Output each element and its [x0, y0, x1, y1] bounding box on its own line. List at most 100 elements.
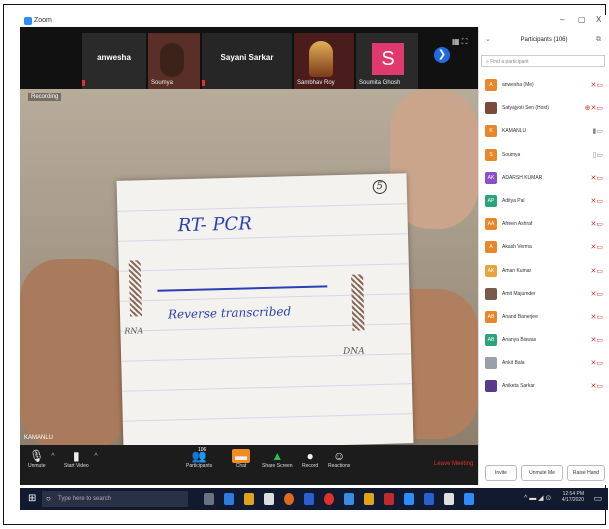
list-item[interactable]: AK ADARSH KUMAR ✕▭: [479, 168, 609, 191]
recording-badge: Recording: [28, 93, 62, 101]
store-icon[interactable]: [264, 493, 274, 505]
circled-number: 5: [372, 179, 387, 195]
rna-label: RNA: [124, 326, 144, 336]
windows-start-icon[interactable]: ⊞: [28, 493, 36, 504]
unmute-me-button[interactable]: Unmute Me: [521, 465, 563, 481]
ruled-line: [117, 203, 408, 212]
minimize-button[interactable]: –: [560, 15, 564, 24]
video-off-icon: ▮: [73, 449, 80, 463]
notifications-icon[interactable]: ▭: [593, 493, 602, 504]
app-icon[interactable]: [384, 493, 394, 505]
list-item[interactable]: Aanwesha (Me) ✕▭: [479, 75, 609, 98]
gallery-strip: anwesha Soumya Sayani Sarkar Sambhav Roy…: [20, 27, 478, 89]
avatar: A: [485, 79, 497, 91]
participant-name: Afreen Ashraf: [502, 221, 533, 228]
list-item[interactable]: AA Afreen Ashraf ✕▭: [479, 214, 609, 237]
list-item[interactable]: AB Ananya Biswas ✕▭: [479, 330, 609, 353]
chevron-up-icon[interactable]: ^: [94, 453, 97, 460]
reactions-icon: ☺: [332, 449, 346, 463]
panel-title: Participants (106): [520, 37, 568, 43]
ruled-line: [122, 413, 413, 422]
chat-label: Chat: [235, 463, 247, 469]
participants-label: Participants: [186, 463, 213, 469]
list-item[interactable]: Ankit Bala ✕▭: [479, 353, 609, 376]
avatar: AA: [485, 218, 497, 231]
mic-icon: ▮▭: [592, 128, 603, 136]
list-item[interactable]: Amit Majumder ✕▭: [479, 284, 609, 307]
video-tile-sambhav-roy[interactable]: Sambhav Roy: [294, 33, 354, 89]
tile-big-name: Sayani Sarkar: [220, 53, 274, 62]
list-item[interactable]: AB Anand Banerjee ✕▭: [479, 307, 609, 330]
list-item[interactable]: AP Aditya Pal ✕▭: [479, 191, 609, 214]
tile-name: Sambhav Roy: [297, 80, 335, 86]
close-button[interactable]: X: [596, 15, 601, 24]
participant-name: Ananya Biswas: [502, 337, 537, 344]
avatar: S: [372, 43, 404, 75]
app-icon[interactable]: [404, 493, 414, 505]
muted-mic-icon: [202, 80, 205, 86]
muted-mic-icon: ✕▭: [590, 221, 603, 229]
video-tile-soumya[interactable]: Soumya: [148, 33, 200, 89]
list-item[interactable]: Aniketa Sarkar ✕▭: [479, 376, 609, 399]
next-page-arrow-icon[interactable]: ❯: [434, 47, 450, 63]
muted-mic-icon: ✕▭: [590, 313, 603, 321]
muted-mic-icon: ✕▭: [590, 267, 603, 275]
video-tile-anwesha[interactable]: anwesha: [82, 33, 146, 89]
collapse-icon[interactable]: ⌄: [485, 27, 491, 53]
avatar: [485, 287, 497, 300]
muted-mic-icon: ✕▭: [590, 82, 603, 89]
task-view-icon[interactable]: [204, 493, 214, 505]
record-button[interactable]: ● Record: [302, 449, 318, 469]
window-title: Zoom: [34, 17, 52, 24]
app-icon[interactable]: [304, 493, 314, 505]
avatar: [485, 102, 497, 115]
list-item[interactable]: A Akash Verma ✕▭: [479, 237, 609, 260]
system-tray-icons[interactable]: ^ ▬ ◢ ⊙: [524, 494, 551, 502]
list-item[interactable]: S Soumya ▯▭: [479, 145, 609, 168]
video-tile-soumita-ghosh[interactable]: S Soumita Ghosh: [356, 33, 418, 89]
participants-button[interactable]: 👥 106 Participants: [186, 447, 213, 469]
edge-icon[interactable]: [224, 493, 234, 505]
participant-name: Amit Majumder: [502, 290, 536, 297]
invite-button[interactable]: Invite: [485, 465, 517, 481]
chat-button[interactable]: ▬ Chat: [232, 449, 250, 469]
participant-name: Akash Verma: [502, 244, 532, 251]
chevron-up-icon[interactable]: ^: [51, 453, 54, 460]
participant-name: Ankit Bala: [502, 360, 525, 367]
reactions-button[interactable]: ☺ Reactions: [328, 449, 350, 469]
ruled-line: [121, 353, 412, 362]
taskbar-search-input[interactable]: ○ Type here to search: [42, 491, 188, 507]
app-icon[interactable]: [344, 493, 354, 505]
participant-name: Satyajyoti Sen (Host): [502, 105, 549, 112]
unmute-button[interactable]: 🎙 Unmute ^: [28, 449, 55, 469]
participant-search-input[interactable]: ⌕ Find a participant: [481, 55, 605, 67]
muted-mic-icon: ✕▭: [590, 244, 603, 252]
list-item[interactable]: Satyajyoti Sen (Host) ⊕✕▭: [479, 98, 609, 121]
chrome-icon[interactable]: [324, 493, 334, 505]
arrow-label: Reverse transcribed: [167, 304, 292, 322]
leave-meeting-button[interactable]: Leave Meeting: [434, 461, 473, 467]
share-screen-button[interactable]: ▲ Share Screen: [262, 449, 293, 469]
app-icon[interactable]: [444, 493, 454, 505]
active-speaker-video: RT- PCR 5 Reverse transcribed DNA RNA Re…: [20, 89, 478, 445]
list-item[interactable]: K KAMANLU ▮▭: [479, 121, 609, 144]
video-area: anwesha Soumya Sayani Sarkar Sambhav Roy…: [20, 27, 478, 445]
avatar: AB: [485, 310, 497, 323]
list-item[interactable]: AK Aman Kumar ✕▭: [479, 261, 609, 284]
maximize-button[interactable]: ▢: [578, 15, 586, 24]
start-video-button[interactable]: ▮ Start Video ^: [64, 449, 98, 469]
file-explorer-icon[interactable]: [244, 493, 254, 505]
left-hand: [20, 259, 130, 445]
video-tile-sayani-sarkar[interactable]: Sayani Sarkar: [202, 33, 292, 89]
firefox-icon[interactable]: [284, 493, 294, 505]
current-speaker-name: KAMANLU: [24, 435, 54, 441]
clock[interactable]: 12:54 PM 4/17/2020: [562, 491, 584, 503]
participant-name: Soumya: [502, 151, 521, 158]
pop-out-icon[interactable]: ⧉: [596, 27, 601, 53]
zoom-taskbar-icon[interactable]: [464, 493, 474, 505]
app-icon[interactable]: [364, 493, 374, 505]
gallery-view-icon[interactable]: ▦ ⛶: [452, 37, 467, 47]
title-bar: Zoom – ▢ X: [20, 15, 608, 27]
app-icon[interactable]: [424, 493, 434, 505]
raise-hand-button[interactable]: Raise Hand: [567, 465, 605, 481]
